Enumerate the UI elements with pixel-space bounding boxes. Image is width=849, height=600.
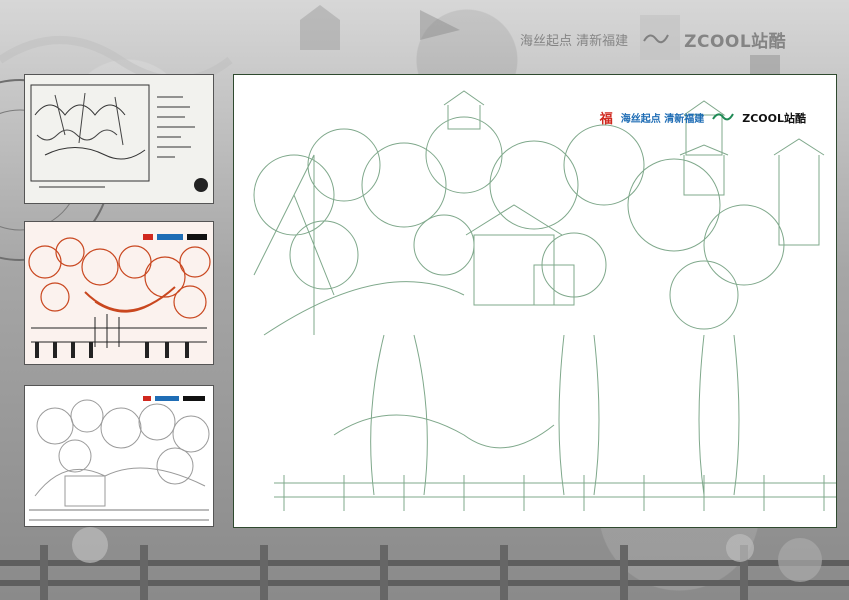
canvas-brand-bar: 福 海丝起点 清新福建 ZCOOL站酷 [599,108,806,128]
thumb-lineart-draft[interactable] [24,385,214,527]
fu-logo: 福 [599,112,613,127]
header-slogan: 海丝起点 清新福建 [520,33,629,49]
main-lineart-canvas[interactable]: 福 海丝起点 清新福建 ZCOOL站酷 [233,74,837,528]
thumb-color-sketch[interactable] [24,221,214,365]
canvas-zcool-logo: ZCOOL站酷 [742,111,806,125]
header-brand-bar: 海丝起点 清新福建 ZCOOL站酷 [520,26,786,52]
header-zcool-logo: ZCOOL站酷 [684,31,787,52]
lineart-draft-image [25,386,213,526]
wave-logo-icon [642,29,670,49]
canvas-slogan: 海丝起点 清新福建 [620,114,705,125]
color-sketch-image [25,222,213,364]
wave-logo-icon [712,110,735,125]
final-lineart-image [234,75,836,527]
pencil-sketch-image [30,84,208,192]
thumb-pencil-sketch[interactable] [24,74,214,204]
